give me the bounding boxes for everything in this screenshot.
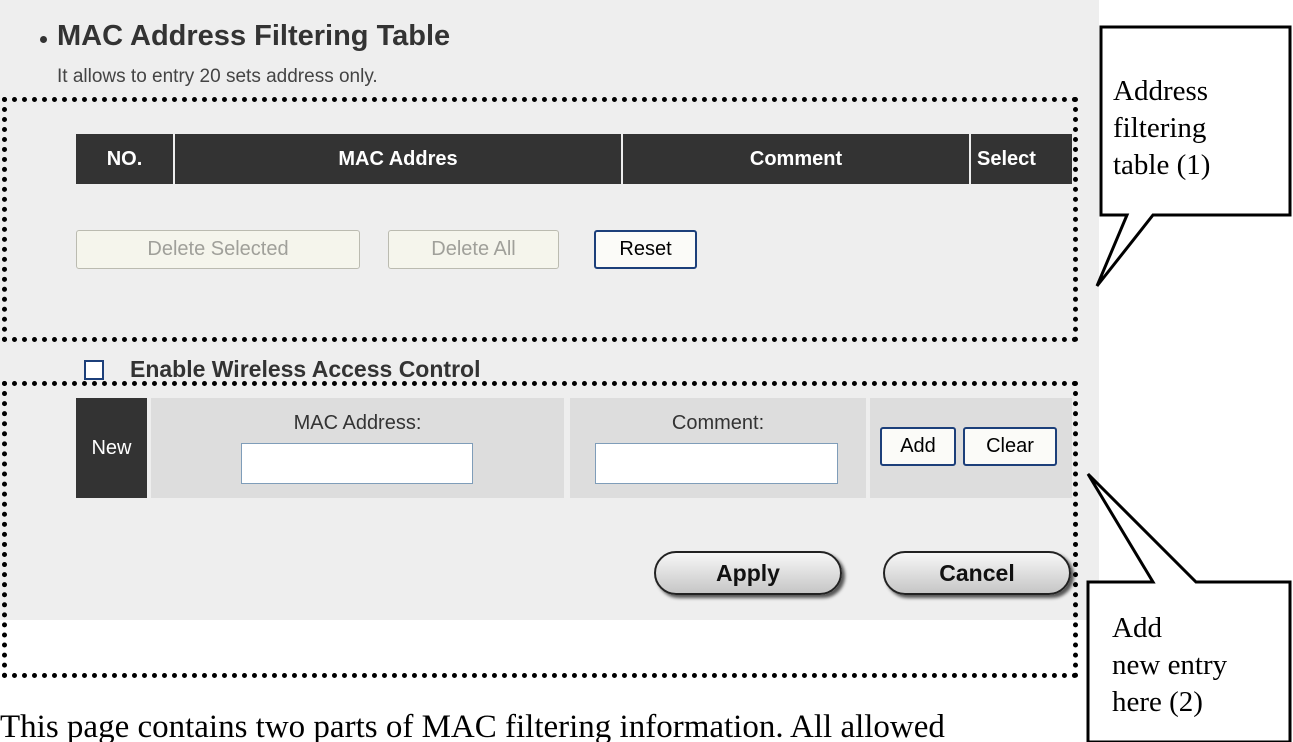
callout-shapes bbox=[1086, 25, 1292, 742]
callout2-line: new entry bbox=[1112, 649, 1228, 681]
callout1-line: Address bbox=[1113, 75, 1209, 107]
callout1-line: table (1) bbox=[1113, 149, 1211, 181]
callout1-text: Address filtering table (1) bbox=[1113, 73, 1283, 184]
callout1-line: filtering bbox=[1113, 112, 1207, 144]
callout2-line: Add bbox=[1112, 612, 1162, 644]
document-body-text: This page contains two parts of MAC filt… bbox=[0, 709, 945, 742]
